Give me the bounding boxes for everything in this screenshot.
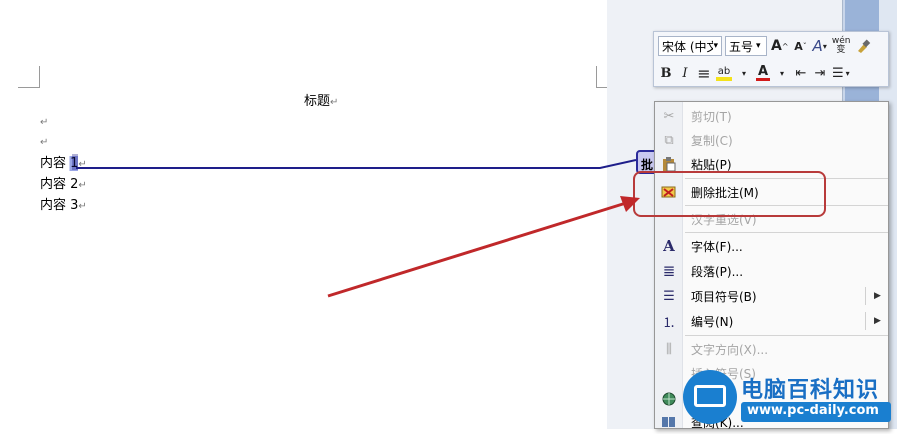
mini-toolbar-row-1: 宋体 (中文 ▾ 五号 ▾ A ^ Aˇ A ▾ wén 变 (658, 35, 872, 57)
hyperlink-icon (655, 387, 683, 411)
chevron-down-icon: ▾ (741, 68, 746, 78)
highlight-dropdown[interactable]: ▾ (736, 63, 752, 83)
text-direction-icon: ⫼ (666, 341, 672, 357)
menu-item-label: 项目符号(B) (691, 289, 757, 304)
watermark-logo-icon (683, 370, 737, 424)
menu-separator (685, 335, 888, 336)
menu-item-font[interactable]: A 字体(F)... (655, 234, 888, 258)
menu-item-numbering[interactable]: ⒈ 编号(N) ▶ (655, 309, 888, 333)
menu-item-paragraph[interactable]: ≣ 段落(P)... (655, 259, 888, 283)
menu-item-label: 复制(C) (691, 133, 733, 148)
watermark-title: 电脑百科知识 (741, 378, 880, 403)
format-painter-icon (857, 39, 871, 53)
grow-font-button[interactable]: A ^ (770, 36, 790, 56)
bullets-button[interactable]: ☰ ▾ (831, 63, 851, 83)
shrink-font-button[interactable]: Aˇ (793, 36, 809, 56)
font-color-button[interactable]: A (755, 63, 771, 83)
paragraph-icon: ≣ (662, 262, 676, 280)
bullets-icon: ☰ (832, 65, 844, 81)
paragraph-mark: ↵ (330, 97, 339, 108)
mini-toolbar: 宋体 (中文 ▾ 五号 ▾ A ^ Aˇ A ▾ wén 变 B I ≡ ab ▾ … (653, 31, 889, 87)
font-name-value: 宋体 (中文 (662, 39, 714, 54)
center-align-icon: ≡ (697, 63, 711, 83)
content-line-2[interactable]: 内容 2↵ (40, 173, 87, 192)
menu-separator (685, 232, 888, 233)
decrease-indent-button[interactable]: ⇤ (793, 63, 809, 83)
highlight-button[interactable]: ab (715, 63, 733, 83)
copy-icon: ⧉ (664, 132, 674, 148)
submenu-arrow-icon: ▶ (874, 291, 881, 301)
menu-item-cut[interactable]: ✂ 剪切(T) (655, 104, 888, 128)
content-line-1[interactable]: 内容 1↵ (40, 152, 87, 171)
styles-button[interactable]: A ▾ (812, 36, 828, 56)
chevron-down-icon: ▾ (779, 68, 784, 78)
phonetic-guide-icon: wén 变 (831, 36, 851, 55)
font-color-icon: A (757, 64, 769, 79)
content-text: 内容 2 (40, 177, 79, 192)
phonetic-guide-button[interactable]: wén 变 (831, 36, 851, 56)
chevron-down-icon: ▾ (713, 41, 718, 51)
lookup-icon (655, 410, 683, 434)
content-text: 内容 1 (40, 156, 79, 171)
menu-item-label: 粘贴(P) (691, 157, 732, 172)
title-text: 标题 (304, 94, 331, 109)
insert-symbol-icon (655, 361, 683, 385)
empty-paragraph[interactable]: ↵ (40, 134, 48, 149)
increase-indent-button[interactable]: ⇥ (812, 63, 828, 83)
chevron-down-icon: ▾ (822, 41, 827, 51)
comment-balloon-label: 批 (641, 158, 654, 172)
page-corner-mark-left (18, 66, 40, 88)
paragraph-mark: ↵ (78, 201, 87, 212)
styles-icon: A (812, 37, 823, 55)
paragraph-mark: ↵ (78, 180, 87, 191)
document-title[interactable]: 标题↵ (304, 90, 338, 109)
bold-button[interactable]: B (658, 63, 674, 83)
font-color-dropdown[interactable]: ▾ (774, 63, 790, 83)
watermark-url: www.pc-daily.com (741, 402, 891, 422)
menu-item-label: 字体(F)... (691, 239, 743, 254)
grow-font-icon: A (771, 38, 782, 54)
format-painter-button[interactable] (854, 36, 872, 56)
monitor-icon (694, 385, 726, 407)
mini-toolbar-row-2: B I ≡ ab ▾ A ▾ ⇤ ⇥ ☰ ▾ (658, 62, 851, 84)
submenu-divider (865, 312, 866, 330)
paragraph-mark: ↵ (78, 159, 87, 170)
numbering-icon: ⒈ (662, 315, 676, 331)
menu-item-text-direction[interactable]: ⫼ 文字方向(X)... (655, 337, 888, 361)
paragraph-mark: ↵ (40, 117, 49, 128)
chevron-down-icon: ▾ (756, 41, 761, 51)
scissors-icon: ✂ (663, 108, 675, 124)
annotation-highlight-box (633, 171, 826, 217)
menu-item-label: 文字方向(X)... (691, 342, 769, 357)
menu-item-label: 剪切(T) (691, 109, 732, 124)
center-align-button[interactable]: ≡ (696, 63, 712, 83)
font-icon: A (663, 237, 675, 255)
highlight-color-bar (716, 76, 732, 81)
highlight-icon: ab (717, 65, 731, 77)
paragraph-mark: ↵ (40, 137, 49, 148)
chevron-down-icon: ▾ (845, 68, 850, 78)
document-page[interactable]: 标题↵ ↵ ↵ 内容 1↵ 内容 2↵ 内容 3↵ (0, 0, 618, 429)
empty-paragraph[interactable]: ↵ (40, 114, 48, 129)
bullets-icon: ☰ (663, 288, 675, 304)
menu-item-label: 编号(N) (691, 314, 734, 329)
font-size-combo[interactable]: 五号 ▾ (725, 36, 767, 56)
watermark: 电脑百科知识 www.pc-daily.com (683, 368, 893, 426)
content-text: 内容 3 (40, 198, 79, 213)
font-color-bar (756, 78, 770, 81)
decrease-indent-icon: ⇤ (795, 65, 807, 81)
bold-icon: B (660, 65, 672, 81)
menu-item-bullets[interactable]: ☰ 项目符号(B) ▶ (655, 284, 888, 308)
content-line-3[interactable]: 内容 3↵ (40, 194, 87, 213)
submenu-divider (865, 287, 866, 305)
increase-indent-icon: ⇥ (814, 65, 826, 81)
font-size-value: 五号 (729, 39, 754, 54)
submenu-arrow-icon: ▶ (874, 316, 881, 326)
menu-item-label: 段落(P)... (691, 264, 744, 279)
italic-icon: I (682, 65, 688, 81)
shrink-font-icon: A (794, 39, 803, 53)
menu-item-copy[interactable]: ⧉ 复制(C) (655, 128, 888, 152)
italic-button[interactable]: I (677, 63, 693, 83)
font-name-combo[interactable]: 宋体 (中文 ▾ (658, 36, 722, 56)
